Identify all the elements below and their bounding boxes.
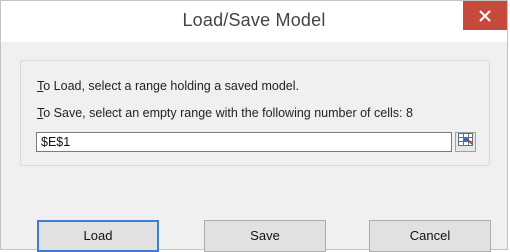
cancel-button-label: Cancel: [409, 228, 451, 243]
load-save-model-dialog: Load/Save Model To Load, select a range …: [0, 0, 508, 252]
save-button-label: Save: [250, 228, 280, 243]
close-icon: [479, 10, 491, 22]
load-button-label: Load: [83, 228, 113, 243]
load-button[interactable]: Load: [37, 220, 159, 252]
cancel-button[interactable]: Cancel: [369, 220, 491, 252]
dialog-body: To Load, select a range holding a saved …: [1, 42, 507, 252]
dialog-title: Load/Save Model: [182, 10, 326, 30]
title-bar: Load/Save Model: [1, 1, 507, 42]
save-button[interactable]: Save: [204, 220, 326, 252]
model-range-input[interactable]: [36, 132, 452, 152]
load-instruction-text: To Load, select a range holding a saved …: [37, 79, 299, 93]
range-select-button[interactable]: [455, 132, 476, 152]
close-button[interactable]: [463, 1, 507, 30]
save-instruction-text: To Save, select an empty range with the …: [37, 106, 413, 120]
model-range-group: To Load, select a range holding a saved …: [20, 60, 490, 166]
range-select-icon: [458, 133, 473, 151]
